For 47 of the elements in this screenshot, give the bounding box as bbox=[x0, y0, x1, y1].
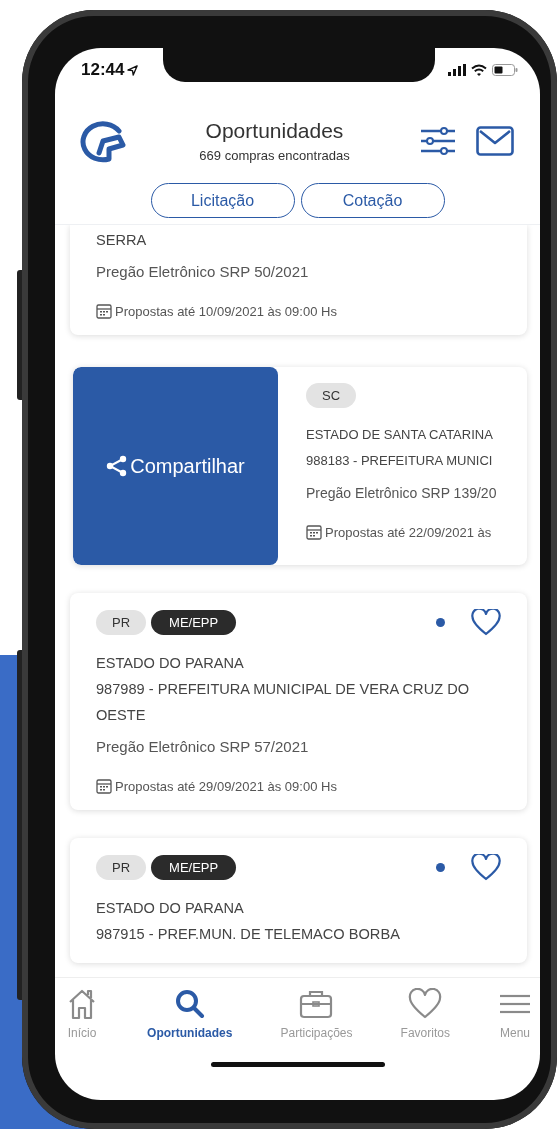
calendar-icon bbox=[306, 524, 322, 540]
opportunity-card[interactable]: PR ME/EPP ESTADO DO PARANA 987915 - PREF.MUN. DE TELEMACO BORBA bbox=[70, 838, 527, 963]
state-tag: PR bbox=[96, 610, 147, 635]
tab-bar-item[interactable]: Oportunidades bbox=[147, 988, 233, 1050]
segment-button[interactable]: Cotação bbox=[300, 183, 445, 218]
organization-text: 987989 - PREFEITURA MUNICIPAL DE VERA CRUZ DO OESTE bbox=[96, 680, 471, 725]
opportunity-card[interactable]: SERRA Pregão Eletrônico SRP 50/2021 Propostas até 10/09/2021 às 09:00 Hs bbox=[70, 225, 527, 335]
deadline-text: Propostas até 29/09/2021 às 09:00 Hs bbox=[115, 778, 337, 794]
filter-icon bbox=[420, 126, 456, 156]
organization-text: ESTADO DE SANTA CATARINA bbox=[306, 426, 494, 444]
deadline-text: Propostas até 22/09/2021 às bbox=[325, 524, 492, 540]
share-button[interactable]: Compartilhar bbox=[73, 367, 278, 565]
signal-icon bbox=[448, 64, 466, 76]
wifi-icon bbox=[471, 64, 487, 76]
calendar-icon bbox=[96, 303, 112, 319]
opportunity-card[interactable]: PR ME/EPP ESTADO DO PARANA 987989 - PREFEITURA MUNICIPAL DE VERA CRUZ DO OESTE Pregão Eletrônico SRP 57/2021 Propostas até 29/09/2021 às 09:00 Hs bbox=[70, 593, 527, 810]
state-tag: PR bbox=[96, 855, 147, 880]
results-count: 669 compras encontradas bbox=[198, 148, 351, 163]
calendar-icon bbox=[96, 778, 112, 794]
heart-icon bbox=[471, 609, 501, 636]
filter-button[interactable] bbox=[420, 126, 456, 156]
organization-text: ESTADO DO PARANA bbox=[96, 654, 245, 673]
segment-button[interactable]: Licitação bbox=[150, 183, 295, 218]
modality-text: Pregão Eletrônico SRP 139/20 bbox=[306, 484, 497, 503]
location-arrow-icon bbox=[127, 64, 139, 76]
favorite-button[interactable] bbox=[471, 609, 501, 636]
category-tag: ME/EPP bbox=[151, 855, 237, 880]
modality-text: Pregão Eletrônico SRP 57/2021 bbox=[96, 737, 310, 757]
modality-text: Pregão Eletrônico SRP 50/2021 bbox=[96, 262, 310, 282]
organization-text: SERRA bbox=[96, 231, 148, 250]
briefcase-icon bbox=[299, 988, 334, 1020]
organization-text: 988183 - PREFEITURA MUNICI bbox=[306, 452, 494, 470]
status-time: 12:44 bbox=[81, 60, 125, 80]
share-icon bbox=[106, 455, 129, 477]
organization-text: ESTADO DO PARANA bbox=[96, 899, 245, 918]
opportunity-card[interactable]: Compartilhar SC ESTADO DE SANTA CATARINA 988183 - PREFEITURA MUNICI Pregão Eletrônico SRP 139/20 Propostas até 22/09/2021 às bbox=[73, 367, 527, 565]
battery-icon bbox=[492, 64, 518, 76]
heart-icon bbox=[471, 854, 501, 881]
deadline-text: Propostas até 10/09/2021 às 09:00 Hs bbox=[115, 303, 337, 319]
mail-icon bbox=[476, 126, 514, 156]
mail-button[interactable] bbox=[476, 126, 514, 156]
state-tag: SC bbox=[306, 383, 357, 408]
organization-text: 987915 - PREF.MUN. DE TELEMACO BORBA bbox=[96, 925, 401, 944]
screen-title: Oportunidades bbox=[204, 119, 345, 143]
category-tag: ME/EPP bbox=[151, 610, 237, 635]
heart-icon bbox=[408, 988, 443, 1020]
favorite-button[interactable] bbox=[471, 854, 501, 881]
